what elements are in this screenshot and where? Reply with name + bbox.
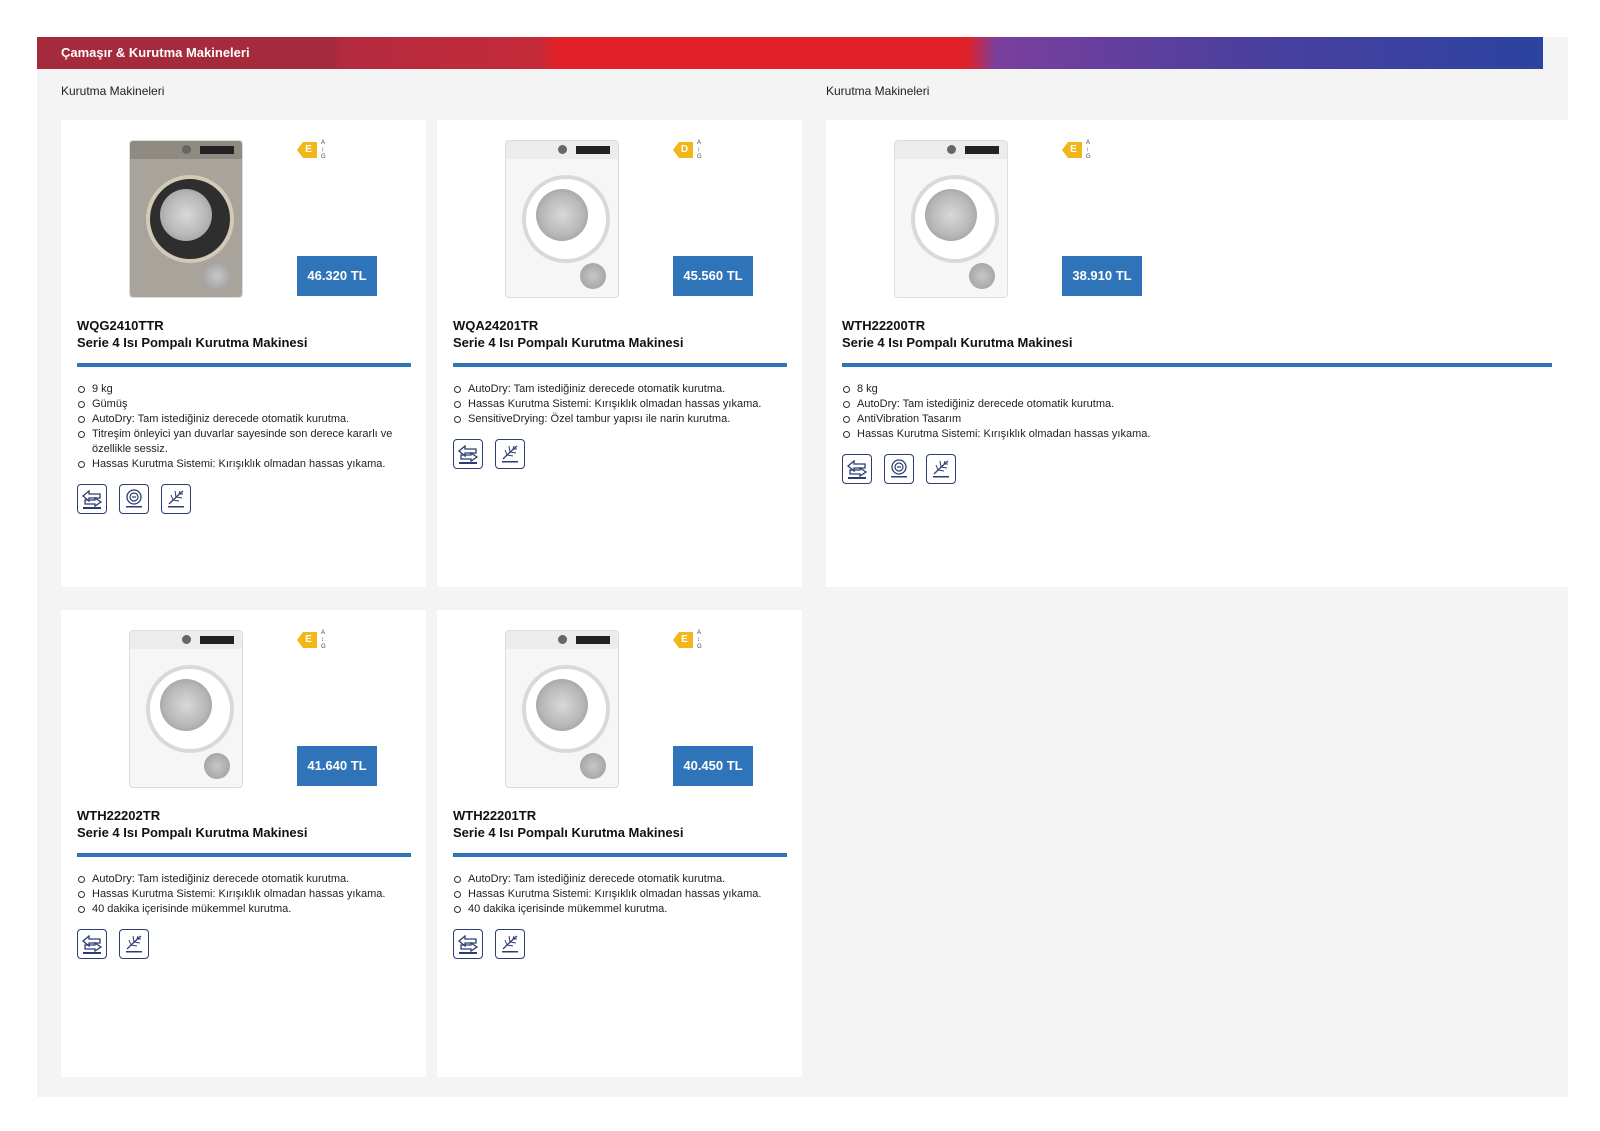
title-divider	[77, 853, 411, 857]
section-label-right: Kurutma Makineleri	[826, 84, 930, 98]
energy-scale: A ↕ G	[697, 630, 702, 650]
product-image	[894, 140, 1008, 298]
feature-item: AutoDry: Tam istediğiniz derecede otomat…	[453, 382, 777, 397]
product-name: Serie 4 Isı Pompalı Kurutma Makinesi	[453, 825, 684, 840]
title-divider	[453, 363, 787, 367]
energy-label: E A ↕ G	[1062, 140, 1096, 160]
price-badge: 38.910 TL	[1062, 256, 1142, 296]
autodry-icon	[77, 929, 107, 959]
product-card[interactable]: D A ↕ G 45.560 TL WQA24201TR Serie 4 Isı P…	[437, 120, 802, 587]
autodry-icon	[77, 484, 107, 514]
banner-title: Çamaşır & Kurutma Makineleri	[61, 45, 250, 60]
autodry-icon	[453, 929, 483, 959]
feature-item: 40 dakika içerisinde mükemmel kurutma.	[77, 902, 401, 917]
price-badge: 40.450 TL	[673, 746, 753, 786]
sensitive-drying-icon	[495, 929, 525, 959]
energy-label: D A ↕ G	[673, 140, 707, 160]
product-model: WTH22202TR	[77, 808, 161, 823]
feature-item: Hassas Kurutma Sistemi: Kırışıklık olmad…	[842, 427, 1542, 442]
feature-list: 9 kg Gümüş AutoDry: Tam istediğiniz derece…	[77, 382, 401, 472]
energy-scale: A ↕ G	[1086, 140, 1091, 160]
feature-item: Gümüş	[77, 397, 401, 412]
feature-item: AutoDry: Tam istediğiniz derecede otomat…	[453, 872, 777, 887]
sensitive-drying-icon	[161, 484, 191, 514]
title-divider	[842, 363, 1552, 367]
energy-label: E A ↕ G	[297, 630, 331, 650]
feature-icons	[453, 439, 525, 469]
feature-item: SensitiveDrying: Özel tambur yapısı ile …	[453, 412, 777, 427]
feature-item: AutoDry: Tam istediğiniz derecede otomat…	[842, 397, 1542, 412]
feature-list: AutoDry: Tam istediğiniz derecede otomat…	[453, 382, 777, 427]
feature-item: 8 kg	[842, 382, 1542, 397]
feature-icons	[77, 484, 191, 514]
feature-list: AutoDry: Tam istediğiniz derecede otomat…	[77, 872, 401, 917]
product-image	[505, 630, 619, 788]
price-badge: 45.560 TL	[673, 256, 753, 296]
antivibration-icon	[119, 484, 149, 514]
antivibration-icon	[884, 454, 914, 484]
product-name: Serie 4 Isı Pompalı Kurutma Makinesi	[77, 335, 308, 350]
feature-list: AutoDry: Tam istediğiniz derecede otomat…	[453, 872, 777, 917]
product-card[interactable]: E A ↕ G 41.640 TL WTH22202TR Serie 4 Isı P…	[61, 610, 426, 1077]
product-image	[505, 140, 619, 298]
product-image	[129, 140, 243, 298]
energy-scale: A ↕ G	[697, 140, 702, 160]
feature-item: AntiVibration Tasarım	[842, 412, 1542, 427]
energy-class: E	[297, 142, 317, 158]
feature-item: Titreşim önleyici yan duvarlar sayesinde…	[77, 427, 401, 457]
feature-item: Hassas Kurutma Sistemi: Kırışıklık olmad…	[77, 887, 401, 902]
product-name: Serie 4 Isı Pompalı Kurutma Makinesi	[842, 335, 1073, 350]
feature-icons	[77, 929, 149, 959]
autodry-icon	[453, 439, 483, 469]
feature-item: AutoDry: Tam istediğiniz derecede otomat…	[77, 412, 401, 427]
price-badge: 46.320 TL	[297, 256, 377, 296]
sensitive-drying-icon	[495, 439, 525, 469]
energy-class: D	[673, 142, 693, 158]
price-badge: 41.640 TL	[297, 746, 377, 786]
product-card[interactable]: E A ↕ G 40.450 TL WTH22201TR Serie 4 Isı P…	[437, 610, 802, 1077]
feature-item: Hassas Kurutma Sistemi: Kırışıklık olmad…	[77, 457, 401, 472]
product-name: Serie 4 Isı Pompalı Kurutma Makinesi	[453, 335, 684, 350]
title-divider	[453, 853, 787, 857]
feature-icons	[842, 454, 956, 484]
autodry-icon	[842, 454, 872, 484]
product-model: WTH22200TR	[842, 318, 926, 333]
energy-class: E	[1062, 142, 1082, 158]
energy-label: E A ↕ G	[297, 140, 331, 160]
product-card[interactable]: E A ↕ G 38.910 TL WTH22200TR Serie 4 Isı P…	[826, 120, 1568, 587]
product-model: WQG2410TTR	[77, 318, 164, 333]
product-name: Serie 4 Isı Pompalı Kurutma Makinesi	[77, 825, 308, 840]
feature-item: 40 dakika içerisinde mükemmel kurutma.	[453, 902, 777, 917]
energy-class: E	[297, 632, 317, 648]
sensitive-drying-icon	[119, 929, 149, 959]
product-model: WQA24201TR	[453, 318, 539, 333]
feature-item: Hassas Kurutma Sistemi: Kırışıklık olmad…	[453, 887, 777, 902]
feature-item: Hassas Kurutma Sistemi: Kırışıklık olmad…	[453, 397, 777, 412]
energy-label: E A ↕ G	[673, 630, 707, 650]
section-label-left: Kurutma Makineleri	[61, 84, 165, 98]
feature-icons	[453, 929, 525, 959]
product-model: WTH22201TR	[453, 808, 537, 823]
energy-class: E	[673, 632, 693, 648]
energy-scale: A ↕ G	[321, 630, 326, 650]
feature-item: 9 kg	[77, 382, 401, 397]
feature-item: AutoDry: Tam istediğiniz derecede otomat…	[77, 872, 401, 887]
feature-list: 8 kg AutoDry: Tam istediğiniz derecede ot…	[842, 382, 1542, 442]
product-card[interactable]: E A ↕ G 46.320 TL WQG2410TTR Serie 4 Isı P…	[61, 120, 426, 587]
energy-scale: A ↕ G	[321, 140, 326, 160]
product-image	[129, 630, 243, 788]
category-banner: Çamaşır & Kurutma Makineleri	[37, 37, 1543, 69]
sensitive-drying-icon	[926, 454, 956, 484]
title-divider	[77, 363, 411, 367]
